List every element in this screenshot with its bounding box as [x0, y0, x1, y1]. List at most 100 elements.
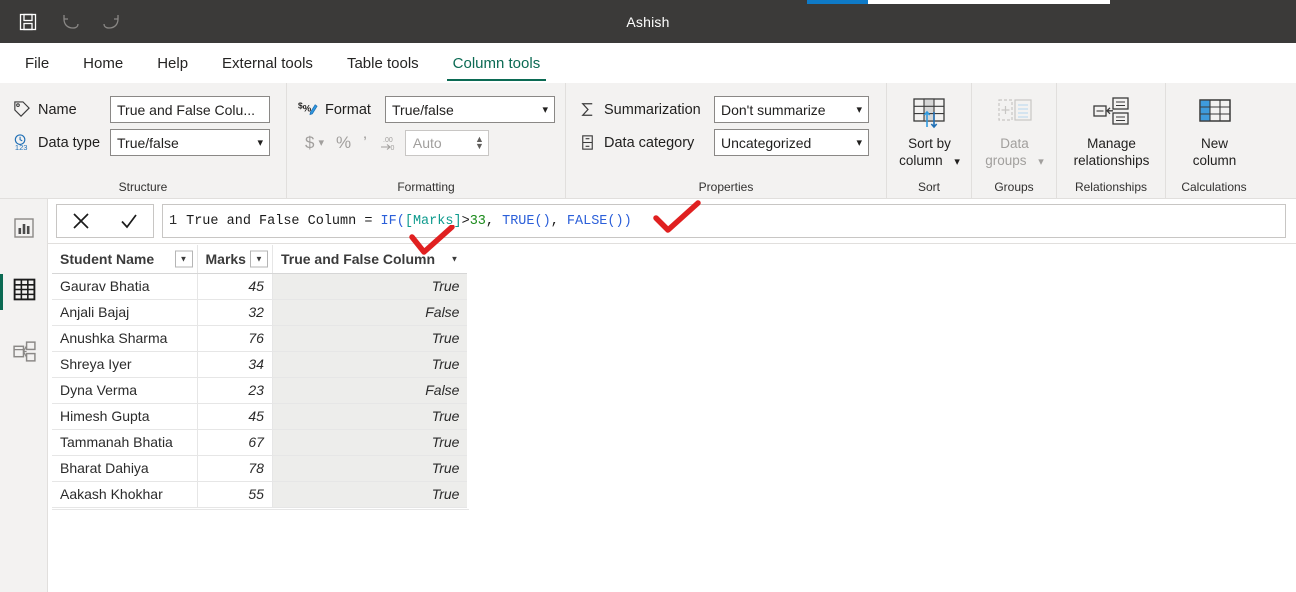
cell-result[interactable]: True [272, 403, 467, 429]
data-groups-button[interactable]: Data groups ▾ [972, 83, 1057, 171]
table-row[interactable]: Dyna Verma23False [52, 377, 467, 403]
tag-icon [10, 99, 32, 121]
cell-student-name[interactable]: Shreya Iyer [52, 351, 197, 377]
column-name-input[interactable]: True and False Colu... [110, 96, 270, 123]
currency-icon[interactable]: $ [305, 133, 314, 153]
save-icon[interactable] [14, 8, 42, 36]
manage-relationships-button[interactable]: Manage relationships [1057, 83, 1166, 169]
dax-formula-input[interactable]: 1 True and False Column = IF([Marks]>33,… [162, 204, 1286, 238]
data-view-icon [12, 277, 37, 307]
ribbon-group-calculations: New column Calculations [1165, 83, 1262, 198]
cell-student-name[interactable]: Aakash Khokhar [52, 481, 197, 507]
cell-student-name[interactable]: Dyna Verma [52, 377, 197, 403]
thousands-separator-icon[interactable]: ’ [363, 133, 367, 153]
cell-marks[interactable]: 45 [197, 273, 272, 299]
svg-text:123: 123 [14, 143, 27, 152]
data-type-icon: 123 [10, 132, 32, 154]
sort-by-column-icon [911, 92, 949, 130]
table-row[interactable]: Shreya Iyer34True [52, 351, 467, 377]
rail-item-report-view[interactable] [0, 206, 48, 254]
cell-result[interactable]: True [272, 325, 467, 351]
cell-result[interactable]: True [272, 481, 467, 507]
cell-result[interactable]: True [272, 351, 467, 377]
tab-column-tools[interactable]: Column tools [436, 43, 558, 83]
formula-bar: 1 True and False Column = IF([Marks]>33,… [48, 199, 1296, 244]
cell-result[interactable]: True [272, 455, 467, 481]
column-header-true-and-false-column[interactable]: True and False Column ▼ [272, 245, 467, 273]
undo-icon[interactable] [56, 8, 84, 36]
data-grid: Student Name ▼ Marks ▼ True and False Co… [48, 244, 1296, 592]
stepper-down-icon[interactable]: ▼ [475, 143, 484, 150]
new-column-icon [1196, 92, 1234, 130]
cell-result[interactable]: True [272, 273, 467, 299]
data-grid-table-wrapper: Student Name ▼ Marks ▼ True and False Co… [52, 245, 467, 508]
decimal-places-icon[interactable]: .00 0 [379, 134, 397, 152]
cell-student-name[interactable]: Bharat Dahiya [52, 455, 197, 481]
data-type-select[interactable]: True/false ▾ [110, 129, 270, 156]
dax-token: , [551, 214, 567, 229]
cell-result[interactable]: True [272, 429, 467, 455]
format-select[interactable]: True/false ▾ [385, 96, 555, 123]
dax-token: IF( [381, 214, 405, 229]
tab-home[interactable]: Home [66, 43, 140, 83]
cell-student-name[interactable]: Anushka Sharma [52, 325, 197, 351]
power-bi-window: Ashish File Home Help External tools Tab… [0, 0, 1296, 592]
tab-external-tools[interactable]: External tools [205, 43, 330, 83]
sigma-icon [576, 99, 598, 121]
tab-file[interactable]: File [8, 43, 66, 83]
data-groups-line2: groups ▾ [985, 152, 1044, 171]
table-row[interactable]: Gaurav Bhatia45True [52, 273, 467, 299]
column-header-student-name[interactable]: Student Name ▼ [52, 245, 197, 273]
data-category-icon [576, 132, 598, 154]
rail-item-data-view[interactable] [0, 268, 48, 316]
filter-dropdown-icon[interactable]: ▼ [445, 250, 463, 267]
new-column-button[interactable]: New column [1166, 83, 1263, 169]
format-row: $ % Format True/false ▾ [297, 93, 555, 126]
table-row[interactable]: Bharat Dahiya78True [52, 455, 467, 481]
redo-icon[interactable] [98, 8, 126, 36]
summarization-select[interactable]: Don't summarize ▾ [714, 96, 869, 123]
cell-marks[interactable]: 78 [197, 455, 272, 481]
commit-formula-icon[interactable] [108, 205, 150, 237]
table-row[interactable]: Himesh Gupta45True [52, 403, 467, 429]
cell-result[interactable]: False [272, 377, 467, 403]
dax-token: True and False Column = [186, 214, 380, 229]
table-row[interactable]: Anushka Sharma76True [52, 325, 467, 351]
cell-marks[interactable]: 45 [197, 403, 272, 429]
stepper-arrows[interactable]: ▲ ▼ [475, 136, 484, 150]
cell-marks[interactable]: 67 [197, 429, 272, 455]
new-column-line2: column [1193, 152, 1237, 169]
decimal-places-stepper[interactable]: Auto ▲ ▼ [405, 130, 489, 156]
sort-by-column-button[interactable]: Sort by column ▾ [887, 83, 972, 171]
cell-student-name[interactable]: Anjali Bajaj [52, 299, 197, 325]
group-label-properties: Properties [566, 180, 886, 194]
column-header-label: Student Name [60, 251, 154, 267]
tab-table-tools[interactable]: Table tools [330, 43, 436, 83]
cell-student-name[interactable]: Tammanah Bhatia [52, 429, 197, 455]
cell-marks[interactable]: 55 [197, 481, 272, 507]
cell-marks[interactable]: 23 [197, 377, 272, 403]
percent-icon[interactable]: % [336, 133, 351, 153]
table-row[interactable]: Tammanah Bhatia67True [52, 429, 467, 455]
svg-text:.00: .00 [383, 137, 393, 144]
table-row[interactable]: Anjali Bajaj32False [52, 299, 467, 325]
currency-chevron-down-icon[interactable]: ▾ [318, 136, 324, 149]
cell-result[interactable]: False [272, 299, 467, 325]
data-category-label: Data category [604, 135, 694, 151]
cell-marks[interactable]: 32 [197, 299, 272, 325]
cell-student-name[interactable]: Himesh Gupta [52, 403, 197, 429]
cell-marks[interactable]: 34 [197, 351, 272, 377]
model-view-icon [12, 339, 37, 369]
table-row[interactable]: Aakash Khokhar55True [52, 481, 467, 507]
cell-student-name[interactable]: Gaurav Bhatia [52, 273, 197, 299]
cell-marks[interactable]: 76 [197, 325, 272, 351]
data-category-select[interactable]: Uncategorized ▾ [714, 129, 869, 156]
column-header-marks[interactable]: Marks ▼ [197, 245, 272, 273]
rail-item-model-view[interactable] [0, 330, 48, 378]
format-icons-row: $ ▾ % ’ .00 0 Auto [297, 126, 555, 159]
cancel-formula-icon[interactable] [60, 205, 102, 237]
filter-dropdown-icon[interactable]: ▼ [175, 250, 193, 267]
filter-dropdown-icon[interactable]: ▼ [250, 250, 268, 267]
chevron-down-icon: ▾ [1038, 156, 1044, 168]
tab-help[interactable]: Help [140, 43, 205, 83]
